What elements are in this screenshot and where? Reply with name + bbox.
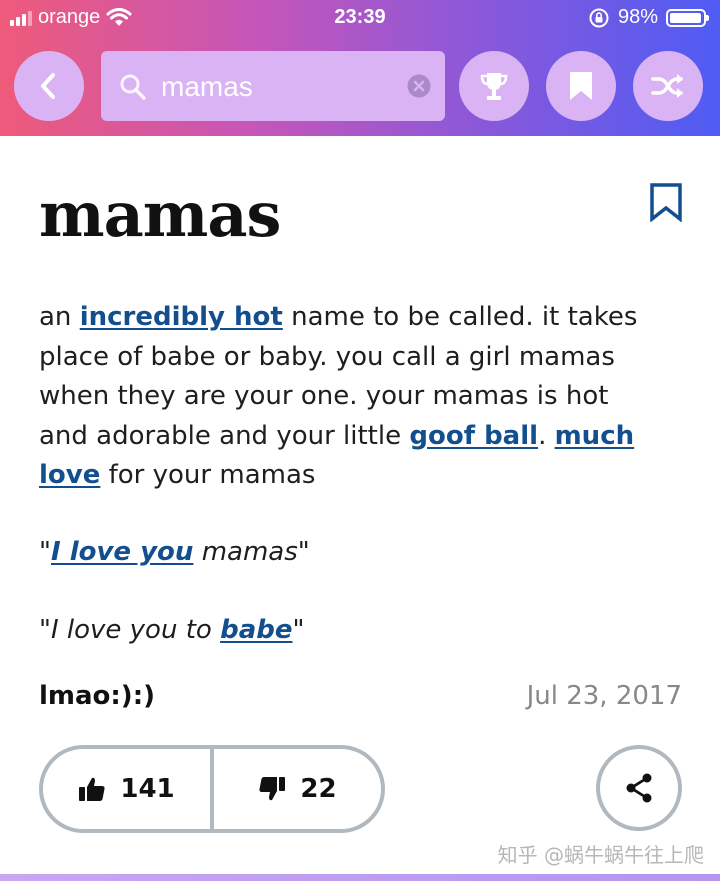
example-text: "	[39, 537, 51, 567]
search-input[interactable]	[159, 63, 393, 111]
status-right: 98%	[588, 6, 709, 29]
example-text: mamas"	[193, 537, 310, 567]
definition-date: Jul 23, 2017	[526, 681, 682, 711]
thumbs-up-icon	[79, 777, 105, 801]
upvote-button[interactable]: 141	[43, 749, 210, 829]
link-goof-ball[interactable]: goof ball	[409, 421, 538, 451]
chevron-left-icon	[41, 73, 55, 99]
thumbs-down-icon	[259, 777, 286, 801]
watermark: 知乎 @蜗牛蜗牛往上爬	[497, 843, 704, 867]
shuffle-icon	[651, 74, 683, 98]
meaning-text: for your mamas	[100, 460, 316, 490]
trophy-icon	[480, 73, 508, 100]
vote-controls: 141 22	[39, 745, 385, 833]
search-icon	[120, 74, 146, 100]
saved-words-button[interactable]	[546, 51, 616, 121]
example-text: "	[292, 615, 305, 645]
definition-example-2: "I love you to babe"	[39, 615, 304, 645]
bookmark-icon	[570, 72, 592, 100]
leaderboard-button[interactable]	[459, 51, 529, 121]
meaning-text: .	[538, 420, 555, 451]
link-incredibly-hot[interactable]: incredibly hot	[80, 302, 283, 332]
downvote-count: 22	[300, 774, 337, 804]
bottom-strip	[0, 874, 720, 881]
meaning-text: an	[39, 302, 80, 332]
battery-percent: 98%	[617, 6, 658, 28]
random-word-button[interactable]	[633, 51, 703, 121]
example-text: "I love you to	[39, 615, 221, 645]
downvote-button[interactable]: 22	[214, 749, 381, 829]
app-header: orange 23:39 98%	[0, 0, 720, 136]
link-i-love-you[interactable]: I love you	[51, 537, 193, 567]
clear-search-icon[interactable]	[407, 74, 431, 98]
definition-author[interactable]: lmao:):)	[39, 681, 155, 711]
link-babe[interactable]: babe	[220, 615, 292, 645]
search-bar[interactable]	[101, 51, 445, 121]
definition-word: mamas	[39, 178, 281, 251]
status-bar: orange 23:39 98%	[0, 0, 720, 36]
share-button[interactable]	[596, 745, 682, 831]
back-button[interactable]	[14, 51, 84, 121]
rotation-lock-icon	[589, 8, 609, 27]
definition-example-1: "I love you mamas"	[39, 537, 310, 567]
save-definition-bookmark-icon[interactable]	[649, 182, 683, 222]
definition-meaning: an incredibly hot name to be called. it …	[39, 298, 659, 496]
battery-icon	[666, 8, 709, 27]
upvote-count: 141	[120, 774, 175, 804]
share-icon	[626, 773, 652, 803]
